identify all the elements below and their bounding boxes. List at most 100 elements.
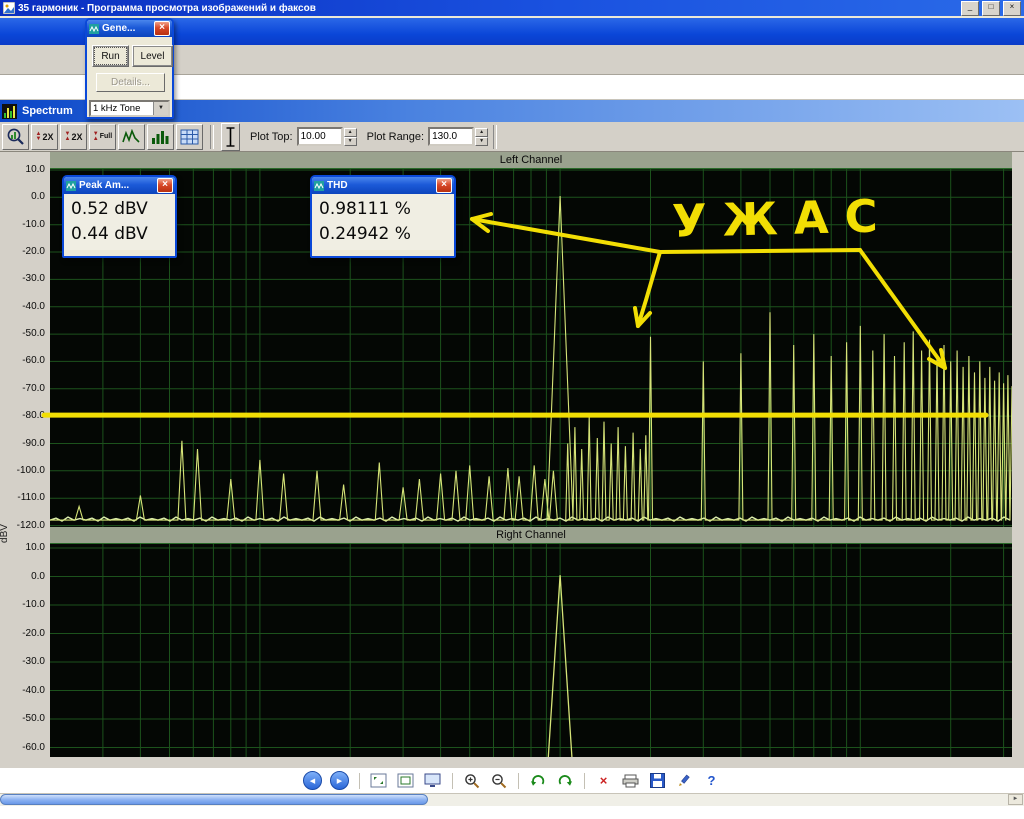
close-button[interactable]: × [1003,0,1021,16]
minimize-button[interactable]: _ [961,0,979,16]
y-axis-tick-label: -10.0 [22,599,45,610]
help-button[interactable]: ? [702,771,722,791]
thd-dialog-icon [314,180,324,191]
generator-dialog-titlebar[interactable]: Gene... × [87,20,172,37]
y-axis-tick-label: -120.0 [16,519,45,531]
edit-button[interactable] [675,771,695,791]
zoom-in-button[interactable] [462,771,482,791]
toolbar-separator [517,772,519,789]
details-button[interactable]: Details... [96,73,165,92]
grid-display-button[interactable] [176,123,203,150]
peak-left-value: 0.52 dBV [71,199,148,219]
left-channel-label: Left Channel [499,154,563,166]
generator-close-icon[interactable]: × [154,21,170,36]
y-axis-tick-label: -100.0 [16,464,45,476]
y-axis-tick-label: -60.0 [22,741,45,753]
plot-top-down-icon[interactable]: ▼ [343,136,357,146]
y-axis-tick-label: -10.0 [22,218,45,230]
left-channel-header: Left Channel [50,152,1012,168]
thd-close-icon[interactable]: × [436,178,452,193]
peak-dialog-titlebar[interactable]: Peak Am... × [64,177,175,194]
viewer-background-strip [0,757,1024,768]
generator-dialog: Gene... × Run Level Details... 1 kHz Ton… [85,18,174,119]
plot-top-input[interactable]: 10.00 [296,127,343,146]
thd-dialog: THD × 0.98111 % 0.24942 % [310,175,456,258]
scrollbar-thumb[interactable] [0,794,428,805]
zoom-spectrum-button[interactable] [2,123,29,150]
y-axis-tick-label: -80.0 [22,410,45,422]
thd-values: 0.98111 % 0.24942 % [312,194,454,250]
marker-line-button[interactable] [221,122,240,151]
peak-curve-button[interactable] [118,123,145,150]
actual-size-button[interactable] [396,771,416,791]
spectrum-toolbar-icons: ▲ ▼ 2X ▼ ▲ 2X ▼ ▲ Full [2,122,240,151]
thd-left-value: 0.98111 % [319,199,411,219]
bar-display-button[interactable] [147,123,174,150]
y-axis-tick-label: -30.0 [22,656,45,667]
screen: { "titlebar": { "title": "35 гармоник - … [0,0,1024,819]
slideshow-button[interactable] [423,771,443,791]
plot-range-up-icon[interactable]: ▲ [475,127,489,137]
toolbar-separator [583,772,585,789]
peak-right-value: 0.44 dBV [71,224,148,244]
combo-dropdown-icon[interactable]: ▼ [153,102,168,115]
y-axis-tick-label: -70.0 [22,382,45,394]
spectrum-toolbar: ▲ ▼ 2X ▼ ▲ 2X ▼ ▲ Full Plot Top: 10.00 ▲ ▼ Plot R… [0,122,1024,152]
y-axis-tick-label: -20.0 [22,246,45,258]
y-axis-tick-label: -60.0 [22,355,45,367]
spectrum-window-icon [2,103,17,119]
tone-select[interactable]: 1 kHz Tone ▼ [89,100,170,117]
plot-range-down-icon[interactable]: ▼ [475,136,489,146]
spectrum-trace [50,195,1012,522]
right-channel-plot [50,543,1012,758]
y-axis-tick-label: -40.0 [22,300,45,312]
maximize-button[interactable]: □ [982,0,1000,16]
rotate-cw-button[interactable] [555,771,575,791]
viewer-toolbar: ◀ ▶ ×? [0,768,1024,793]
toolbar-separator [358,772,360,789]
generator-dialog-title: Gene... [102,23,136,34]
level-button[interactable]: Level [132,45,173,67]
amplitude-in-2x-button[interactable]: ▲ ▼ 2X [31,123,58,150]
spectrum-window-title: Spectrum [22,105,73,117]
y-axis-tick-label: 0.0 [31,570,45,582]
thd-right-value: 0.24942 % [319,224,411,244]
next-image-button[interactable]: ▶ [330,771,350,791]
peak-dialog-icon [66,180,76,191]
left-channel-plot [50,168,1012,528]
y-axis-tick-label: 10.0 [25,542,45,553]
plot-top-up-icon[interactable]: ▲ [343,127,357,137]
previous-image-button[interactable]: ◀ [303,771,323,791]
thd-dialog-titlebar[interactable]: THD × [312,177,454,194]
app-icon [3,2,15,14]
plot-top-control: Plot Top: 10.00 ▲ ▼ [240,127,357,146]
y-axis-tick-label: -90.0 [22,437,45,449]
plot-range-input[interactable]: 130.0 [428,127,475,146]
delete-button[interactable]: × [594,771,614,791]
thd-dialog-title: THD [327,180,348,191]
window-titlebar: 35 гармоник - Программа просмотра изобра… [0,0,1024,16]
y-axis-tick-label: -50.0 [22,713,45,724]
best-fit-button[interactable] [369,771,389,791]
run-button[interactable]: Run [92,45,129,67]
scrollbar-right-arrow[interactable]: ► [1008,794,1023,805]
toolbar-separator [493,124,498,149]
peak-amplitude-dialog: Peak Am... × 0.52 dBV 0.44 dBV [62,175,177,258]
amplitude-out-2x-button[interactable]: ▼ ▲ 2X [60,123,87,150]
peak-dialog-title: Peak Am... [79,180,130,191]
right-gutter [1012,152,1024,757]
peak-close-icon[interactable]: × [157,178,173,193]
generator-dialog-icon [89,23,99,34]
toolbar-separator [451,772,453,789]
rotate-ccw-button[interactable] [528,771,548,791]
y-axis-tick-label: 10.0 [25,164,45,175]
plot-top-label: Plot Top: [250,130,293,143]
y-axis-tick-label: -50.0 [22,328,45,340]
print-button[interactable] [621,771,641,791]
save-button[interactable] [648,771,668,791]
zoom-out-button[interactable] [489,771,509,791]
amplitude-out-full-button[interactable]: ▼ ▲ Full [89,123,116,150]
spectrum-trace [547,575,573,758]
peak-values: 0.52 dBV 0.44 dBV [64,194,175,250]
y-axis-tick-label: -40.0 [22,684,45,696]
